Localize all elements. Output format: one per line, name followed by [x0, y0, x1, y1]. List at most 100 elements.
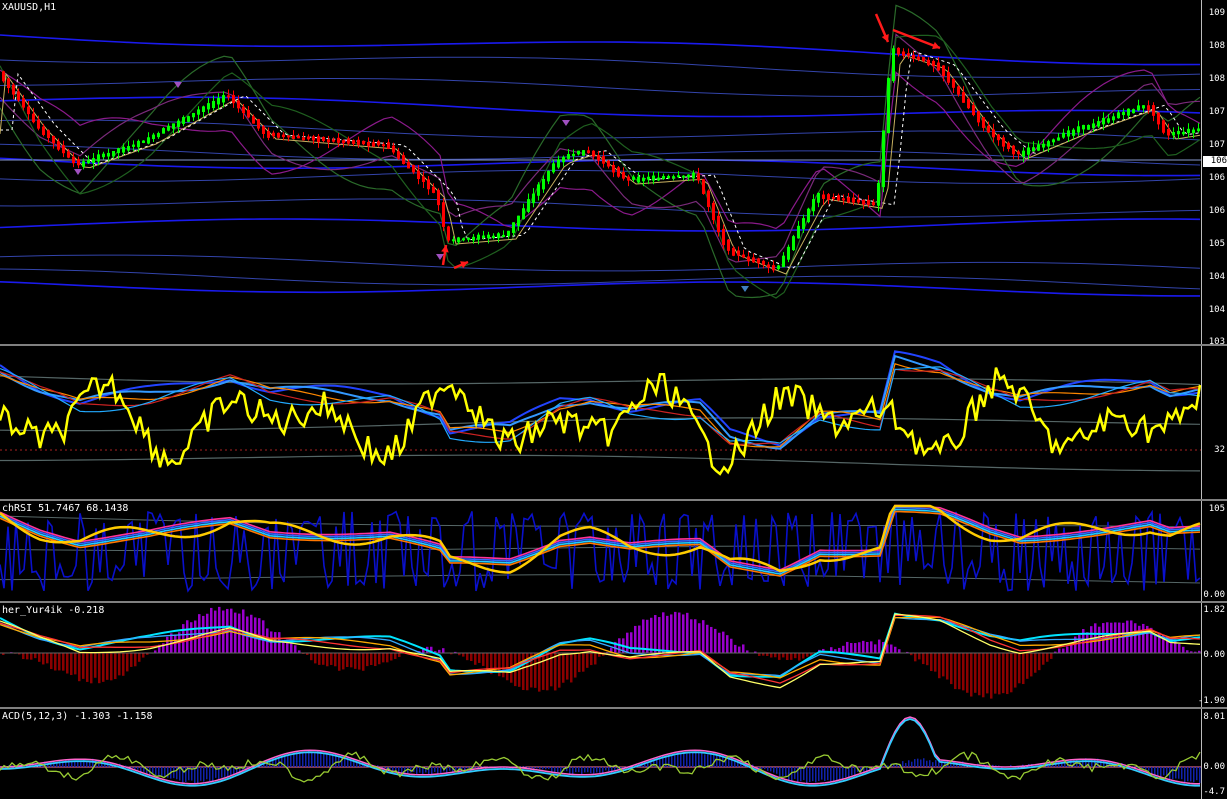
fisher-histogram-bar: [338, 653, 341, 671]
fisher-histogram-bar: [958, 653, 961, 690]
candle-body: [1192, 129, 1195, 134]
fisher-histogram-bar: [314, 653, 317, 664]
macd-histogram-bar: [209, 767, 211, 782]
fisher-histogram-bar: [710, 626, 713, 653]
macd-histogram-bar: [905, 763, 907, 767]
candle-body: [22, 98, 25, 108]
macd-histogram-bar: [674, 755, 676, 767]
stochastic-canvas: [0, 350, 1202, 476]
bollinger-curve: [0, 33, 1201, 263]
macd-histogram-bar: [584, 767, 586, 773]
macd-histogram-bar: [803, 767, 805, 781]
macd-axis[interactable]: 8.01 0.00 -4.7: [1201, 709, 1227, 799]
fisher-histogram-bar: [918, 653, 921, 660]
macd-histogram-bar: [542, 767, 544, 770]
fisher-histogram-bar: [1038, 653, 1041, 671]
macd-histogram-bar: [299, 753, 301, 767]
macd-histogram-bar: [683, 753, 685, 767]
candle-body: [17, 91, 20, 101]
macd-histogram-bar: [818, 767, 820, 782]
fisher-histogram-bar: [354, 653, 357, 669]
candle-body: [972, 105, 975, 116]
fisher-histogram-bar: [842, 645, 845, 653]
fisher-histogram-bar: [570, 653, 573, 683]
price-chart-pane[interactable]: XAUUSD,H1 109 108 108 107 107 106 106 10…: [0, 0, 1227, 344]
macd-histogram-bar: [467, 767, 469, 769]
macd-histogram-bar: [719, 756, 721, 767]
fisher-pane[interactable]: her_Yur4ik -0.218 1.82 0.00 -1.90: [0, 603, 1227, 707]
stoch-rsi-axis[interactable]: 105 0.00: [1201, 501, 1227, 601]
macd-tick: 0.00: [1203, 762, 1225, 772]
fisher-histogram-bar: [382, 653, 385, 663]
fisher-tick: 1.82: [1203, 605, 1225, 615]
macd-histogram-bar: [431, 767, 433, 774]
fisher-histogram-bar: [466, 653, 469, 661]
fisher-histogram-bar: [786, 653, 789, 661]
macd-histogram-bar: [854, 767, 856, 775]
candle-body: [1112, 116, 1115, 121]
fisher-histogram-bar: [542, 653, 545, 690]
macd-histogram-bar: [416, 767, 418, 776]
candle-body: [287, 135, 290, 138]
fisher-tick: -1.90: [1197, 696, 1225, 706]
candle-body: [137, 140, 140, 148]
fisher-histogram-bar: [462, 653, 465, 657]
fisher-histogram-bar: [862, 640, 865, 653]
fisher-histogram-bar: [898, 649, 901, 653]
macd-histogram-bar: [323, 752, 325, 767]
candle-body: [1067, 130, 1070, 137]
fisher-histogram-bar: [718, 632, 721, 653]
candle-body: [262, 126, 265, 134]
candle-body: [832, 196, 835, 199]
fisher-histogram-bar: [914, 653, 917, 662]
candle-body: [522, 208, 525, 220]
candle-body: [277, 132, 280, 138]
macd-histogram-bar: [281, 756, 283, 767]
fisher-histogram-bar: [1134, 623, 1137, 653]
fisher-histogram-bar: [386, 653, 389, 663]
candle-body: [1077, 126, 1080, 133]
fisher-histogram-bar: [806, 653, 809, 657]
macd-histogram-bar: [830, 767, 832, 782]
fisher-histogram-bar: [1014, 653, 1017, 688]
candle-body: [947, 72, 950, 83]
candle-body: [892, 48, 895, 82]
candle-body: [662, 175, 665, 180]
candle-body: [32, 113, 35, 123]
candle-body: [542, 178, 545, 190]
fisher-histogram-bar: [522, 653, 525, 691]
fisher-histogram-bar: [102, 653, 105, 682]
candle-body: [377, 141, 380, 146]
macd-pane[interactable]: ACD(5,12,3) -1.303 -1.158 8.01 0.00 -4.7: [0, 709, 1227, 799]
candle-body: [1162, 120, 1165, 133]
candle-body: [1022, 150, 1025, 157]
candle-body: [792, 236, 795, 251]
macd-histogram-bar: [476, 767, 478, 769]
stochastic-pane[interactable]: 32: [0, 346, 1227, 499]
macd-histogram-bar: [1181, 767, 1183, 780]
macd-histogram-bar: [716, 754, 718, 767]
candle-body: [802, 218, 805, 230]
fisher-histogram-bar: [98, 653, 101, 684]
macd-histogram-bar: [80, 761, 82, 767]
macd-histogram-bar: [800, 767, 802, 782]
macd-histogram-bar: [593, 767, 595, 774]
candle-body: [162, 128, 165, 134]
fisher-histogram-bar: [1062, 648, 1065, 653]
candle-body: [1092, 123, 1095, 129]
stochastic-axis[interactable]: 32: [1201, 346, 1227, 499]
price-tick: 106: [1208, 173, 1225, 183]
fisher-axis[interactable]: 1.82 0.00 -1.90: [1197, 603, 1227, 707]
macd-histogram-bar: [761, 767, 763, 770]
candle-body: [57, 141, 60, 150]
fisher-histogram-bar: [394, 653, 397, 659]
candle-body: [867, 200, 870, 205]
candle-body: [402, 155, 405, 164]
fisher-histogram-bar: [706, 624, 709, 653]
price-axis[interactable]: 109 108 108 107 107 106 106 105 104 104 …: [1201, 0, 1227, 344]
stoch-rsi-pane[interactable]: chRSI 51.7467 68.1438 105 0.00: [0, 501, 1227, 601]
fisher-histogram-bar: [342, 653, 345, 670]
macd-histogram-bar: [935, 760, 937, 767]
macd-histogram-bar: [158, 767, 160, 776]
fisher-histogram-bar: [922, 653, 925, 665]
